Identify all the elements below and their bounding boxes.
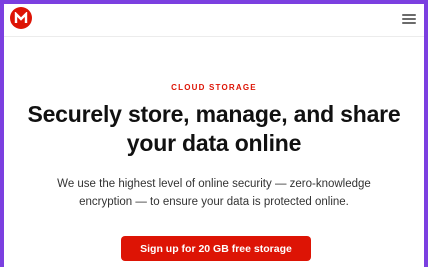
menu-line — [402, 18, 416, 20]
menu-line — [402, 14, 416, 16]
top-navigation-bar — [4, 4, 424, 36]
header-divider — [4, 36, 424, 37]
menu-line — [402, 22, 416, 24]
eyebrow-label: CLOUD STORAGE — [171, 83, 257, 92]
mega-logo-icon[interactable] — [10, 7, 32, 29]
hero-description: We use the highest level of online secur… — [57, 178, 371, 208]
signup-button[interactable]: Sign up for 20 GB free storage — [121, 236, 311, 261]
hero-headline: Securely store, manage, and share your d… — [27, 101, 401, 156]
hamburger-menu-icon[interactable] — [402, 13, 416, 25]
